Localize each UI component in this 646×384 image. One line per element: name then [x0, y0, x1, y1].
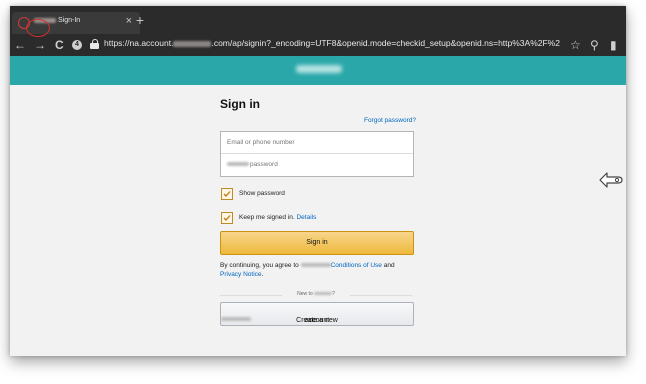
keep-signed-in-label: Keep me signed in. Details: [239, 214, 317, 221]
redacted-text: [314, 292, 333, 296]
show-password-checkbox[interactable]: [221, 188, 233, 200]
reload-icon[interactable]: C: [55, 37, 64, 53]
legal-notice: By continuing, you agree to Conditions o…: [220, 262, 395, 278]
tab-count-badge[interactable]: 4: [72, 40, 82, 50]
password-placeholder: password: [227, 161, 278, 168]
check-icon: [223, 191, 231, 197]
address-bar[interactable]: https://na.account. .com/ap/signin?_encod…: [104, 38, 560, 48]
brand-logo[interactable]: [296, 65, 342, 73]
star-icon[interactable]: ☆: [570, 37, 581, 53]
browser-toolbar: ← → C 4 https://na.account. .com/ap/signi…: [10, 34, 626, 56]
new-customer-text: New to ?: [282, 291, 350, 297]
show-password-label: Show password: [239, 190, 285, 197]
highlight-circle: [26, 19, 50, 37]
credentials-group: Email or phone number password: [220, 131, 414, 177]
lock-icon: [90, 39, 99, 49]
signin-button[interactable]: Sign in: [220, 231, 414, 255]
conditions-link[interactable]: Conditions of Use: [331, 262, 382, 269]
bookmark-icon[interactable]: ▮: [610, 37, 617, 53]
keep-signed-in-checkbox[interactable]: [221, 212, 233, 224]
create-account-button[interactable]: Create a new account: [220, 302, 414, 326]
email-field[interactable]: Email or phone number: [221, 132, 413, 154]
redacted-text: [300, 263, 331, 268]
browser-window: Sign-In × + ← → C 4 https://na.account..…: [10, 6, 626, 356]
search-icon[interactable]: ⚲: [590, 37, 599, 53]
back-icon[interactable]: ←: [14, 37, 26, 53]
brand-header: [10, 56, 626, 85]
redacted-text: [173, 40, 212, 47]
email-placeholder: Email or phone number: [227, 139, 295, 146]
new-tab-button[interactable]: +: [130, 12, 150, 28]
redacted-text: [227, 162, 249, 167]
hand-pointer-icon: [599, 172, 623, 188]
forgot-password-link[interactable]: Forgot password?: [364, 117, 416, 124]
tab-strip: Sign-In × +: [10, 6, 626, 34]
check-icon: [223, 215, 231, 221]
page-content: Sign in Forgot password? Email or phone …: [10, 85, 626, 356]
page-title: Sign in: [220, 97, 260, 111]
details-link[interactable]: Details: [296, 214, 316, 221]
password-field[interactable]: password: [221, 154, 413, 175]
forward-icon[interactable]: →: [34, 37, 46, 53]
new-customer-divider: New to ?: [220, 291, 412, 299]
signin-button-label: Sign in: [306, 239, 328, 246]
privacy-link[interactable]: Privacy Notice: [220, 271, 262, 278]
